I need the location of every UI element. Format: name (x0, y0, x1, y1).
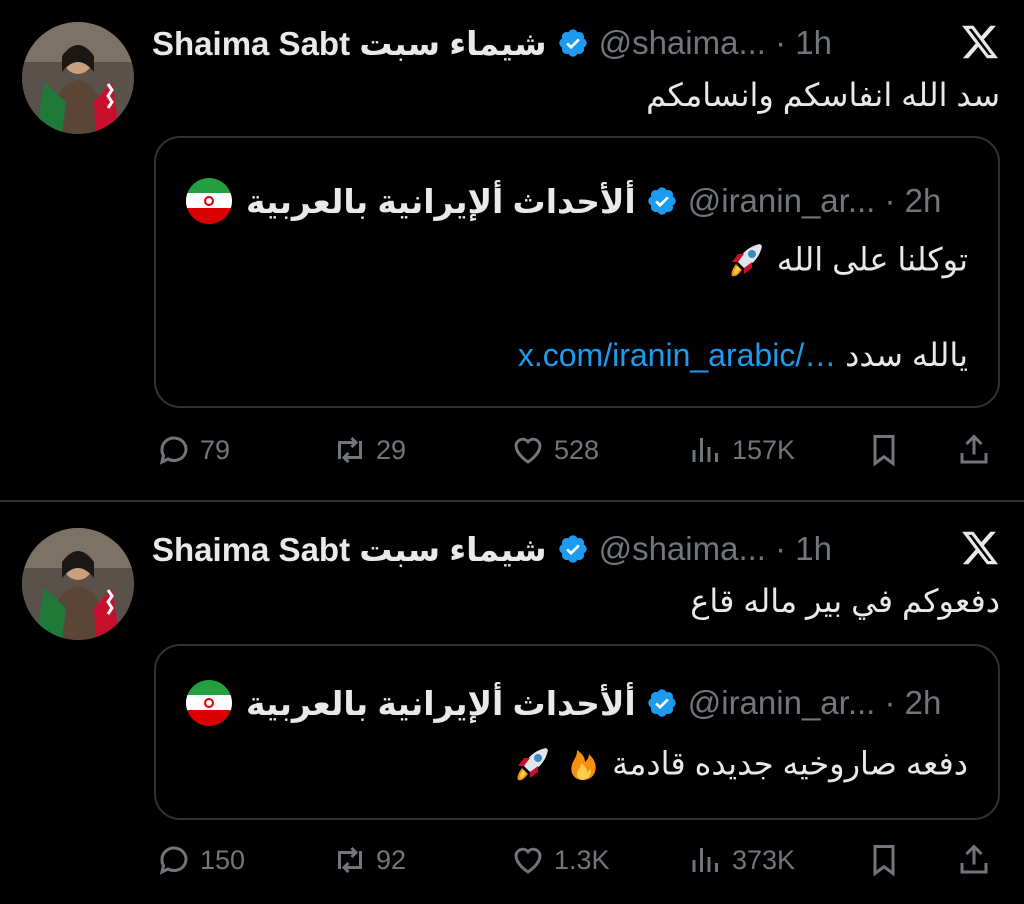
bookmark-icon (873, 435, 895, 467)
heart-icon (514, 437, 542, 464)
author-handle-time[interactable]: @shaima... · 1h (599, 24, 832, 62)
bookmark-button[interactable] (866, 838, 910, 882)
tweet-header: Shaima Sabt شيماء سبت @shaima... · 1h (152, 526, 832, 572)
reply-icon (159, 436, 188, 465)
tweet[interactable]: Shaima Sabt شيماء سبت @shaima... · 1h سد… (0, 0, 1024, 500)
iran-flag-avatar[interactable] (186, 680, 232, 726)
quoted-tweet-link-line: يالله سدد x.com/iranin_arabic/… (518, 336, 968, 374)
verified-icon (558, 535, 587, 563)
share-button[interactable] (956, 838, 1000, 882)
tweet-header: Shaima Sabt شيماء سبت @shaima... · 1h (152, 20, 832, 66)
quoted-tweet-link[interactable]: x.com/iranin_arabic/… (518, 337, 836, 373)
repost-count: 92 (376, 844, 407, 875)
reply-button[interactable]: 150 (156, 838, 245, 882)
share-button[interactable] (956, 428, 1000, 472)
repost-count: 29 (376, 434, 407, 465)
repost-icon (338, 846, 362, 874)
repost-icon (338, 436, 362, 464)
tweet-actions: 79 29 528 157K (156, 428, 1000, 472)
quoted-tweet[interactable]: ألأحداث ألإيرانية بالعربية @iranin_ar...… (154, 644, 1000, 820)
views-button[interactable]: 157K (688, 428, 795, 472)
author-name[interactable]: Shaima Sabt شيماء سبت (152, 24, 547, 63)
reply-button[interactable]: 79 (156, 428, 230, 472)
rocket-emoji (514, 742, 554, 790)
quoted-author-handle-time[interactable]: @iranin_ar... · 2h (688, 182, 942, 220)
like-count: 528 (554, 434, 600, 465)
heart-icon (514, 847, 542, 874)
repost-button[interactable]: 29 (332, 428, 406, 472)
quoted-author-handle-time[interactable]: @iranin_ar... · 2h (688, 684, 942, 722)
quoted-tweet-text: دفعه صاروخيه جديده قادمة (514, 742, 968, 790)
quoted-tweet-text: توكلنا على الله (728, 238, 968, 286)
quoted-text-prefix: يالله سدد (845, 337, 968, 373)
tweet-text: سد الله انفاسكم وانسامكم (646, 77, 1000, 113)
repost-button[interactable]: 92 (332, 838, 406, 882)
verified-icon (648, 689, 676, 717)
views-count: 373K (732, 844, 796, 875)
reply-icon (159, 846, 188, 875)
views-button[interactable]: 373K (688, 838, 795, 882)
x-logo-icon (962, 531, 999, 565)
views-count: 157K (732, 434, 796, 465)
quoted-text-line: دفعه صاروخيه جديده قادمة (612, 745, 968, 782)
quoted-author-name[interactable]: ألأحداث ألإيرانية بالعربية (246, 684, 636, 723)
views-icon (692, 848, 718, 872)
reply-count: 79 (200, 434, 231, 465)
bookmark-button[interactable] (866, 428, 910, 472)
bookmark-icon (873, 845, 895, 877)
quoted-tweet-header: ألأحداث ألإيرانية بالعربية @iranin_ar...… (186, 178, 941, 224)
tweet[interactable]: Shaima Sabt شيماء سبت @shaima... · 1h دف… (0, 502, 1024, 904)
author-handle-time[interactable]: @shaima... · 1h (599, 530, 832, 568)
reply-count: 150 (200, 844, 246, 875)
like-count: 1.3K (554, 844, 610, 875)
fire-emoji (563, 742, 603, 790)
author-avatar[interactable] (22, 22, 134, 134)
iran-flag-avatar[interactable] (186, 178, 232, 224)
verified-icon (648, 187, 676, 215)
verified-icon (558, 29, 587, 57)
rocket-emoji (728, 238, 768, 286)
tweet-text: دفعوكم في بير ماله قاع (690, 583, 1000, 619)
quoted-text-line: توكلنا على الله (776, 241, 968, 278)
share-icon (960, 434, 988, 464)
share-icon (960, 844, 988, 874)
quoted-author-name[interactable]: ألأحداث ألإيرانية بالعربية (246, 182, 636, 221)
like-button[interactable]: 1.3K (510, 838, 610, 882)
author-avatar[interactable] (22, 528, 134, 640)
tweet-actions: 150 92 1.3K 373K (156, 838, 1000, 882)
author-name[interactable]: Shaima Sabt شيماء سبت (152, 530, 547, 569)
quoted-tweet-header: ألأحداث ألإيرانية بالعربية @iranin_ar...… (186, 680, 941, 726)
like-button[interactable]: 528 (510, 428, 599, 472)
quoted-tweet[interactable]: ألأحداث ألإيرانية بالعربية @iranin_ar...… (154, 136, 1000, 408)
views-icon (692, 438, 718, 462)
x-logo-icon (962, 25, 999, 59)
